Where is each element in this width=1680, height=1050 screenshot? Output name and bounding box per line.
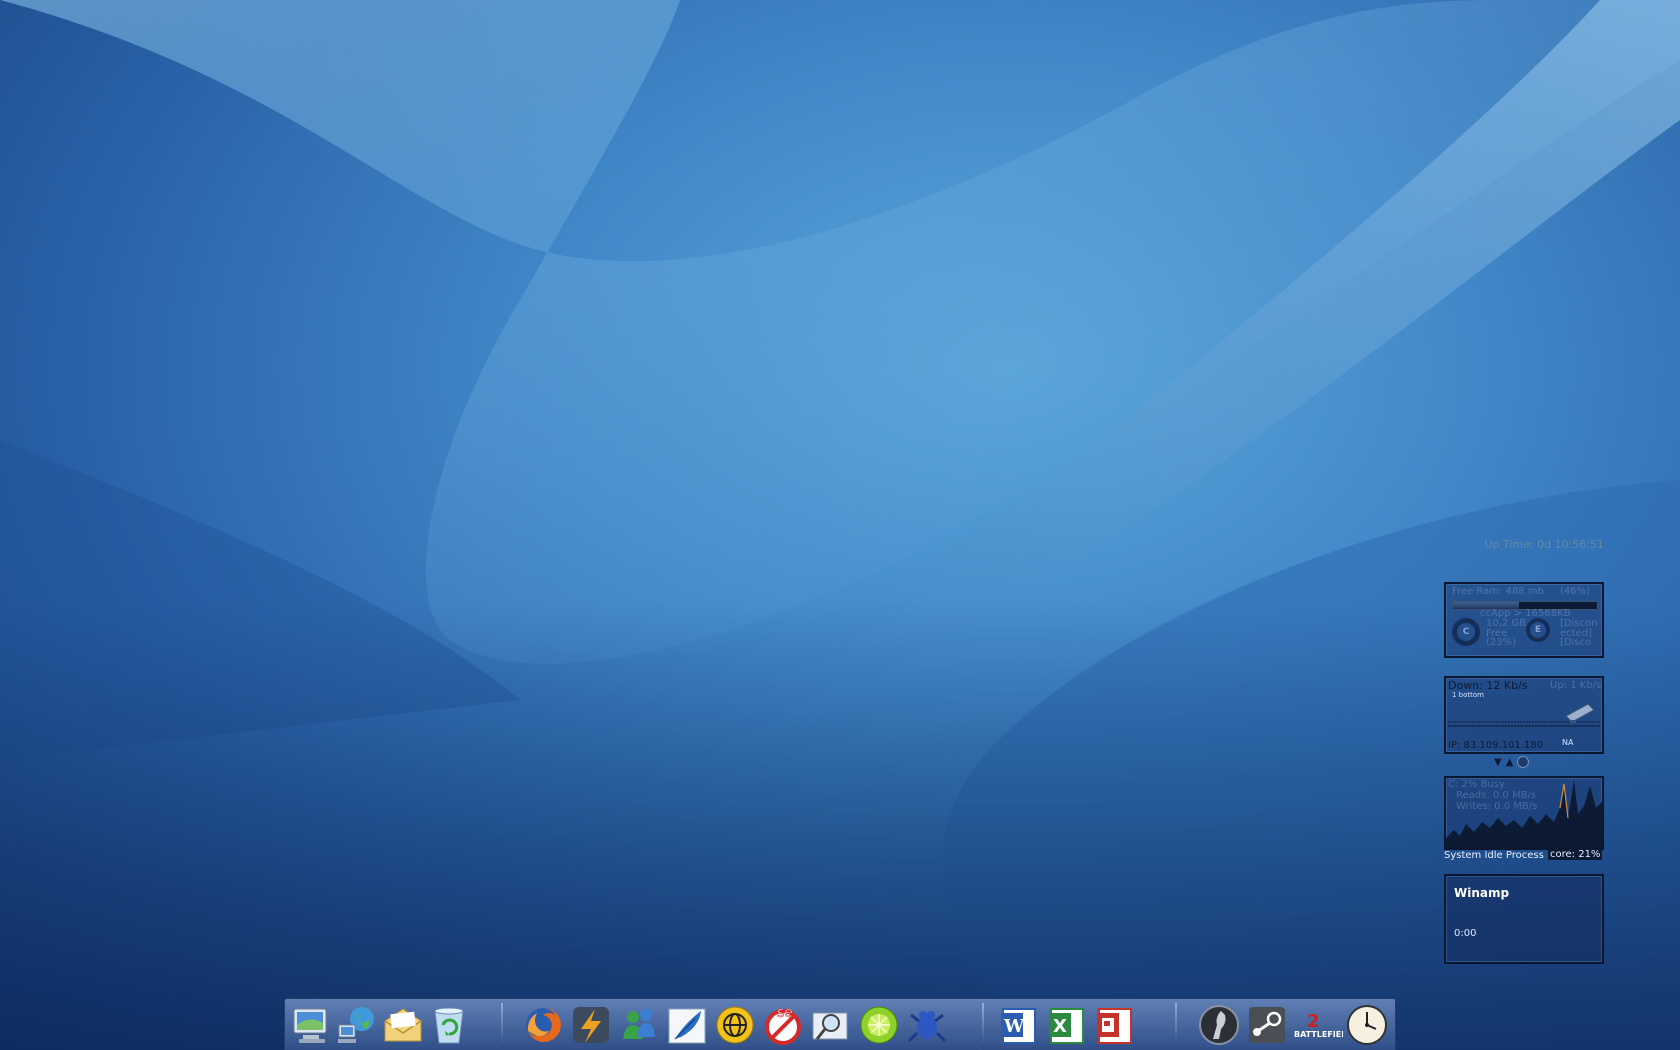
dock-separator	[501, 1003, 503, 1049]
settings-circle-icon[interactable]	[1517, 756, 1530, 768]
disk-busy: C: 2% Busy	[1448, 779, 1505, 790]
recycle-bin-icon[interactable]	[427, 1002, 471, 1048]
my-computer-icon[interactable]	[289, 1002, 333, 1048]
winamp-widget[interactable]: Winamp 0:00	[1444, 874, 1604, 964]
free-ram-label: Free Ram: 488 mb	[1452, 586, 1544, 597]
disk-e-status-3: [Disco	[1560, 637, 1592, 648]
no-spam-icon[interactable]: se	[761, 1002, 805, 1048]
network-na: NA	[1562, 738, 1574, 747]
disk-writes: Writes: 0.0 MB/s	[1456, 801, 1538, 812]
battlefield-icon[interactable]: 2BATTLEFIELD	[1293, 1002, 1343, 1048]
feather-icon[interactable]	[665, 1002, 709, 1048]
counter-strike-icon[interactable]	[1197, 1002, 1241, 1048]
uptime-text: Up Time: 0d 10:56:51	[1484, 538, 1604, 551]
search-icon[interactable]	[809, 1002, 853, 1048]
firefox-icon[interactable]	[521, 1002, 565, 1048]
disk-c-letter: C	[1462, 627, 1470, 637]
upload-speed: Up: 1 Kb/s	[1550, 680, 1602, 691]
limewire-icon[interactable]	[857, 1002, 901, 1048]
ip-address: IP: 83.109.101.180	[1448, 740, 1544, 751]
free-ram-percent: (46%)	[1560, 586, 1591, 597]
disk-c-percent: (23%)	[1486, 637, 1517, 648]
word-label: W	[1003, 1016, 1025, 1037]
battlefield-number: 2	[1307, 1011, 1320, 1032]
excel-icon[interactable]: X	[1045, 1002, 1089, 1048]
arrow-down-icon[interactable]: ▼	[1494, 757, 1502, 768]
battlefield-label: BATTLEFIELD	[1294, 1030, 1343, 1039]
mail-icon[interactable]	[381, 1002, 425, 1048]
disk-e-gauge[interactable]: E	[1526, 618, 1550, 642]
disk-c-gauge[interactable]: C	[1452, 618, 1480, 646]
cpu-widget[interactable]: C: 2% Busy Reads: 0.0 MB/s Writes: 0.0 M…	[1444, 776, 1604, 850]
messenger-icon[interactable]	[617, 1002, 661, 1048]
excel-label: X	[1053, 1016, 1067, 1037]
winamp-icon[interactable]	[569, 1002, 613, 1048]
dock-separator	[982, 1003, 984, 1049]
network-icon[interactable]	[335, 1002, 379, 1048]
steam-icon[interactable]	[1245, 1002, 1289, 1048]
network-controls: ▼ ▲	[1494, 756, 1530, 768]
top-process: System Idle Process	[1444, 850, 1544, 861]
network-widget[interactable]: Down: 12 Kb/s Up: 1 Kb/s 1 bottom IP: 83…	[1444, 676, 1604, 754]
disk-e-letter: E	[1534, 625, 1542, 635]
memory-widget[interactable]: Free Ram: 488 mb (46%) ccApp > 16568KB C…	[1444, 582, 1604, 658]
disk-reads: Reads: 0.0 MB/s	[1456, 790, 1537, 801]
dock-separator	[1175, 1003, 1177, 1049]
web-icon[interactable]	[713, 1002, 757, 1048]
dock: se W X 2BATTLEFIELD	[284, 998, 1396, 1050]
winamp-title: Winamp	[1454, 886, 1510, 900]
winamp-time: 0:00	[1454, 928, 1477, 939]
network-adapter-icon	[1565, 703, 1595, 723]
frog-icon[interactable]	[905, 1002, 949, 1048]
cpu-core-usage: core: 21%	[1548, 849, 1603, 860]
clock-icon[interactable]	[1345, 1002, 1389, 1048]
se-label: se	[777, 1005, 793, 1021]
word-icon[interactable]: W	[997, 1002, 1041, 1048]
powerpoint-icon[interactable]	[1093, 1002, 1137, 1048]
network-graph	[1448, 703, 1600, 727]
desktop-wallpaper	[0, 0, 1680, 1050]
arrow-up-icon[interactable]: ▲	[1506, 757, 1514, 768]
